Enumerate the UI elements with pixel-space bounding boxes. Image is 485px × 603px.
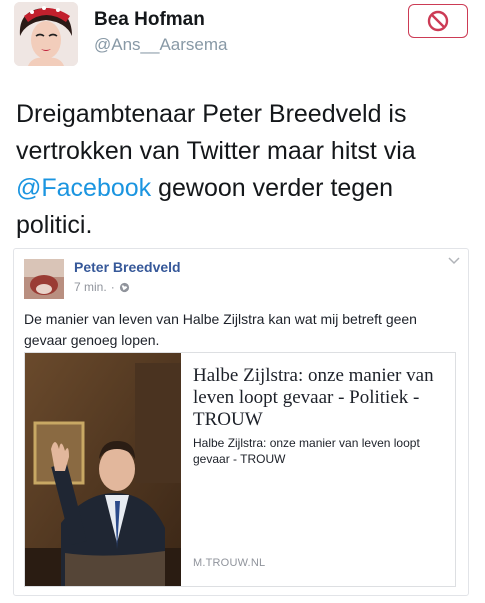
author-avatar[interactable] (14, 2, 78, 66)
tweet-text-before: Dreigambtenaar Peter Breedveld is vertro… (16, 100, 416, 165)
fb-post-text: De manier van leven van Halbe Zijlstra k… (24, 311, 417, 348)
tweet-text: Dreigambtenaar Peter Breedveld is vertro… (16, 96, 471, 244)
blocked-button[interactable] (408, 4, 468, 38)
author-name[interactable]: Bea Hofman (94, 9, 205, 31)
link-preview-domain: M.TROUW.NL (193, 557, 266, 569)
fb-author-avatar (24, 259, 64, 299)
block-icon (427, 10, 449, 32)
fb-post-time: 7 min. (74, 280, 107, 294)
link-preview-title[interactable]: Halbe Zijlstra: onze manier van leven lo… (193, 365, 449, 431)
chevron-down-icon (448, 257, 460, 265)
link-preview-image (25, 353, 181, 586)
facebook-mention-link[interactable]: @Facebook (16, 174, 151, 202)
link-preview-description: Halbe Zijlstra: onze manier van leven lo… (193, 436, 420, 466)
facebook-screenshot: Peter Breedveld 7 min. · De manier van l… (13, 248, 469, 596)
link-preview-card: Halbe Zijlstra: onze manier van leven lo… (24, 352, 456, 587)
tweet: Bea Hofman @Ans__Aarsema Dreigambtenaar … (0, 0, 485, 603)
globe-icon (119, 282, 129, 292)
fb-author-name: Peter Breedveld (74, 259, 181, 275)
author-handle[interactable]: @Ans__Aarsema (94, 35, 228, 55)
fb-post-meta: 7 min. · (74, 280, 130, 294)
